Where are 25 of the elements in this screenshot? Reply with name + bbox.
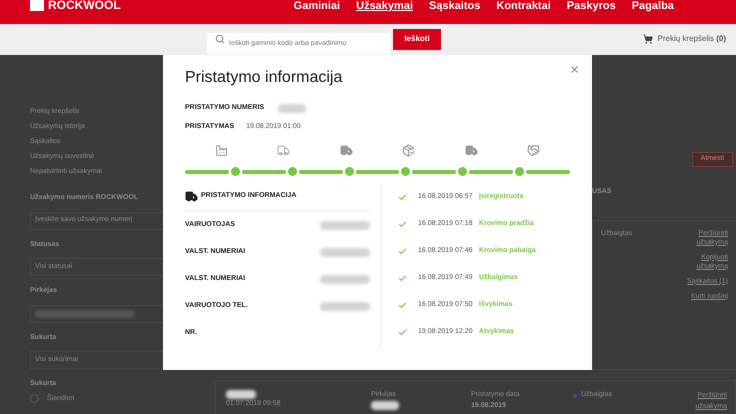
- truck-icon: [277, 144, 290, 157]
- blurred-value: [278, 104, 306, 113]
- cart-link[interactable]: Prekių krepšelis (0): [658, 33, 726, 46]
- radio-button[interactable]: [30, 394, 39, 404]
- truck-icon: [464, 144, 478, 157]
- close-icon[interactable]: [569, 64, 580, 75]
- nav-link[interactable]: Gaminiai: [294, 0, 340, 12]
- nav-link[interactable]: Sąskaitos: [429, 0, 480, 12]
- blurred-value: [371, 400, 399, 410]
- logo-text: ROCKWOOL: [48, 0, 121, 11]
- factory-icon: [215, 144, 228, 157]
- nav-link[interactable]: Kontraktai: [496, 0, 551, 12]
- handshake-icon: [526, 144, 540, 157]
- truck-icon: [340, 144, 353, 157]
- blurred-value: [226, 390, 256, 399]
- package-check-icon: [402, 144, 416, 157]
- truck-icon: [185, 190, 198, 203]
- logo-icon: [30, 0, 44, 11]
- search-icon: [215, 34, 225, 44]
- modal-title: Pristatymo informacija: [185, 68, 342, 88]
- nav-link[interactable]: Paskyros: [566, 0, 616, 12]
- search-button[interactable]: Ieškoti: [393, 28, 441, 50]
- nav-link[interactable]: Užsakymai: [356, 0, 413, 12]
- cart-icon: [642, 34, 653, 44]
- nav-link[interactable]: Pagalba: [632, 0, 674, 12]
